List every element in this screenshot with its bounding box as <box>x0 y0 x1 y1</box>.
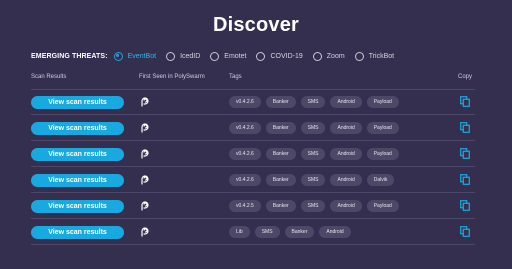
table-row: View scan results Lib SMS Banker Android <box>31 222 475 244</box>
radio-selected-icon[interactable] <box>113 51 123 61</box>
tag-chip[interactable]: Banker <box>265 122 296 134</box>
threat-option-covid-19[interactable]: COVID-19 <box>256 51 303 61</box>
tag-list: v0.4.2.6 Banker SMS Android Payload <box>229 96 404 108</box>
tag-chip[interactable]: Payload <box>366 96 399 108</box>
view-scan-results-button[interactable]: View scan results <box>31 200 124 213</box>
tag-chip[interactable]: SMS <box>300 96 326 108</box>
tag-chip[interactable]: v0.4.2.6 <box>229 96 261 108</box>
tag-chip[interactable]: Android <box>330 174 362 186</box>
tag-chip[interactable]: Lib <box>229 226 250 238</box>
tag-chip[interactable]: Android <box>330 200 362 212</box>
table-row: View scan results v0.4.2.6 Banker SMS Androi… <box>31 118 475 140</box>
copy-icon[interactable] <box>460 96 470 107</box>
tag-list: v0.4.2.5 Banker SMS Android Payload <box>229 200 404 212</box>
tag-chip[interactable]: Payload <box>366 122 399 134</box>
tag-chip[interactable]: Android <box>330 122 362 134</box>
tag-chip[interactable]: v0.4.2.6 <box>229 122 261 134</box>
threat-option-label: TrickBot <box>368 52 395 60</box>
radio-icon[interactable] <box>166 51 176 61</box>
tag-chip[interactable]: Payload <box>366 200 399 212</box>
column-header-tags: Tags <box>229 74 242 80</box>
copy-icon[interactable] <box>460 226 470 237</box>
radio-icon[interactable] <box>256 51 266 61</box>
threat-option-eventbot[interactable]: EventBot <box>113 51 157 61</box>
emerging-threats-filter: EMERGING THREATS: EventBot IcedID Emotet… <box>31 48 404 64</box>
threat-option-label: Emotet <box>224 52 247 60</box>
radio-icon[interactable] <box>312 51 322 61</box>
tag-chip[interactable]: SMS <box>300 174 326 186</box>
column-header-copy: Copy <box>458 74 473 80</box>
tag-chip[interactable]: SMS <box>300 122 326 134</box>
column-header-first-seen: First Seen in PolySwarm <box>139 74 205 80</box>
table-row: View scan results v0.4.2.6 Banker SMS Androi… <box>31 92 475 114</box>
polyswarm-logo-icon <box>141 123 149 133</box>
table-divider <box>31 140 475 141</box>
view-scan-results-button[interactable]: View scan results <box>31 174 124 187</box>
tag-chip[interactable]: SMS <box>254 226 280 238</box>
tag-chip[interactable]: SMS <box>300 148 326 160</box>
view-scan-results-button[interactable]: View scan results <box>31 122 124 135</box>
copy-icon[interactable] <box>460 148 470 159</box>
tag-list: v0.4.2.6 Banker SMS Android Payload <box>229 148 404 160</box>
polyswarm-logo-icon <box>141 201 149 211</box>
table-divider <box>31 89 475 90</box>
table-divider <box>31 114 475 115</box>
tag-chip[interactable]: Dalvik <box>366 174 395 186</box>
emerging-threats-label: EMERGING THREATS: <box>31 52 108 60</box>
threat-option-label: IcedID <box>180 52 201 60</box>
polyswarm-logo-icon <box>141 227 149 237</box>
tag-list: Lib SMS Banker Android <box>229 226 356 238</box>
threat-option-label: EventBot <box>127 52 157 60</box>
tag-chip[interactable]: Banker <box>265 148 296 160</box>
radio-icon[interactable] <box>210 51 220 61</box>
copy-icon[interactable] <box>460 200 470 211</box>
view-scan-results-button[interactable]: View scan results <box>31 226 124 239</box>
copy-icon[interactable] <box>460 122 470 133</box>
threat-option-icedid[interactable]: IcedID <box>166 51 201 61</box>
threat-option-zoom[interactable]: Zoom <box>312 51 345 61</box>
polyswarm-logo-icon <box>141 175 149 185</box>
table-divider <box>31 244 475 245</box>
copy-icon[interactable] <box>460 174 470 185</box>
tag-chip[interactable]: SMS <box>300 200 326 212</box>
table-divider <box>31 192 475 193</box>
table-divider <box>31 166 475 167</box>
radio-icon[interactable] <box>354 51 364 61</box>
tag-chip[interactable]: Android <box>330 96 362 108</box>
tag-chip[interactable]: Android <box>330 148 362 160</box>
threat-option-label: COVID-19 <box>270 52 303 60</box>
threat-option-trickbot[interactable]: TrickBot <box>354 51 395 61</box>
table-divider <box>31 218 475 219</box>
tag-chip[interactable]: v0.4.2.5 <box>229 200 261 212</box>
threat-option-label: Zoom <box>326 52 345 60</box>
table-row: View scan results v0.4.2.6 Banker SMS Androi… <box>31 144 475 166</box>
table-row: View scan results v0.4.2.5 Banker SMS Androi… <box>31 196 475 218</box>
table-row: View scan results v0.4.2.6 Banker SMS Androi… <box>31 170 475 192</box>
tag-list: v0.4.2.6 Banker SMS Android Dalvik <box>229 174 399 186</box>
tag-chip[interactable]: Payload <box>366 148 399 160</box>
polyswarm-logo-icon <box>141 97 149 107</box>
view-scan-results-button[interactable]: View scan results <box>31 96 124 109</box>
view-scan-results-button[interactable]: View scan results <box>31 148 124 161</box>
tag-chip[interactable]: v0.4.2.6 <box>229 174 261 186</box>
tag-list: v0.4.2.6 Banker SMS Android Payload <box>229 122 404 134</box>
tag-chip[interactable]: v0.4.2.6 <box>229 148 261 160</box>
column-header-scan-results: Scan Results <box>31 74 67 80</box>
tag-chip[interactable]: Banker <box>284 226 315 238</box>
tag-chip[interactable]: Android <box>319 226 351 238</box>
threat-option-emotet[interactable]: Emotet <box>210 51 247 61</box>
polyswarm-logo-icon <box>141 149 149 159</box>
page-title: Discover <box>212 14 300 36</box>
tag-chip[interactable]: Banker <box>265 200 296 212</box>
tag-chip[interactable]: Banker <box>265 96 296 108</box>
tag-chip[interactable]: Banker <box>265 174 296 186</box>
